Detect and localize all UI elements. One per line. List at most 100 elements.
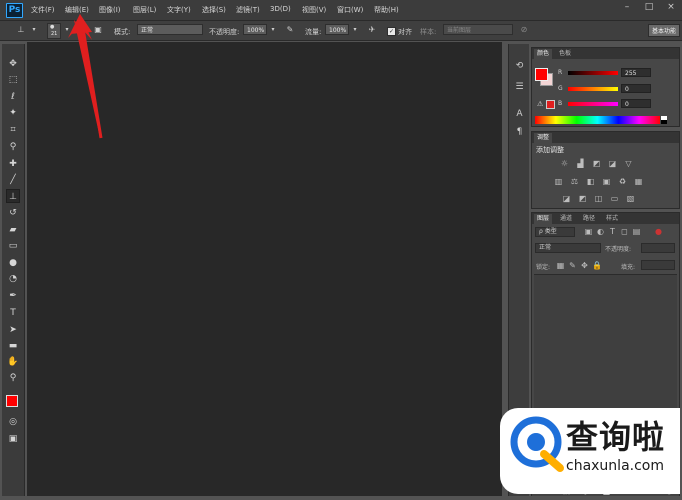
menu-layer[interactable]: 图层(L) (133, 5, 156, 15)
menu-image[interactable]: 图像(I) (99, 5, 121, 15)
filter-pixel-icon[interactable]: ▣ (584, 227, 593, 236)
path-selection-tool-icon[interactable]: ➤ (6, 323, 20, 337)
menu-help[interactable]: 帮助(H) (374, 5, 399, 15)
opacity-input[interactable]: 100% (243, 24, 267, 35)
screen-mode-icon[interactable]: ▣ (6, 432, 20, 446)
color-lookup-icon[interactable]: ▦ (634, 177, 643, 186)
blur-tool-icon[interactable]: ● (6, 256, 20, 270)
blue-slider[interactable] (568, 102, 618, 106)
brush-panel-toggle-icon[interactable]: ▤ (73, 25, 83, 35)
layer-opacity-input[interactable] (641, 243, 675, 253)
lock-position-icon[interactable]: ✥ (580, 261, 589, 270)
tab-channels[interactable]: 通道 (557, 214, 575, 224)
blend-mode-select[interactable]: 正常 (535, 243, 601, 253)
eraser-tool-icon[interactable]: ▰ (6, 223, 20, 237)
menu-view[interactable]: 视图(V) (302, 5, 326, 15)
gradient-tool-icon[interactable]: ▭ (6, 239, 20, 253)
filter-toggle-icon[interactable]: ● (654, 227, 663, 236)
tab-color[interactable]: 颜色 (534, 49, 553, 59)
color-balance-icon[interactable]: ⚖ (570, 177, 579, 186)
channel-mixer-icon[interactable]: ♻ (618, 177, 627, 186)
tool-preset-dropdown-icon[interactable]: ▾ (29, 25, 39, 35)
black-white-icon[interactable]: ◧ (586, 177, 595, 186)
quick-select-tool-icon[interactable]: ✦ (6, 106, 20, 120)
menu-select[interactable]: 选择(S) (202, 5, 226, 15)
tab-styles[interactable]: 样式 (603, 214, 621, 224)
eyedropper-tool-icon[interactable]: ⚲ (6, 140, 20, 154)
lock-transparent-icon[interactable]: ▦ (556, 261, 565, 270)
foreground-color-swatch[interactable] (6, 395, 18, 407)
type-tool-icon[interactable]: T (6, 306, 20, 320)
restore-button[interactable]: □ (638, 0, 660, 14)
flow-dropdown-icon[interactable]: ▾ (350, 25, 360, 35)
color-foreground-swatch[interactable] (535, 68, 548, 81)
filter-smart-object-icon[interactable]: ▤ (632, 227, 641, 236)
menu-window[interactable]: 窗口(W) (337, 5, 363, 15)
character-panel-icon[interactable]: A (513, 108, 526, 121)
fill-input[interactable] (641, 260, 675, 270)
zoom-tool-icon[interactable]: ⚲ (6, 371, 20, 385)
move-tool-icon[interactable]: ✥ (6, 57, 20, 71)
vibrance-icon[interactable]: ▽ (624, 159, 633, 168)
minimize-button[interactable]: – (616, 0, 638, 14)
flow-input[interactable]: 100% (325, 24, 349, 35)
document-canvas[interactable] (27, 42, 502, 496)
mode-select[interactable]: 正常 (137, 24, 203, 35)
hand-tool-icon[interactable]: ✋ (6, 355, 20, 369)
menu-edit[interactable]: 编辑(E) (65, 5, 89, 15)
dodge-tool-icon[interactable]: ◔ (6, 272, 20, 286)
clone-source-panel-icon[interactable]: ▣ (93, 25, 103, 35)
ignore-adjustment-layers-icon[interactable]: ⊘ (519, 25, 529, 35)
history-panel-icon[interactable]: ⟲ (513, 60, 526, 73)
clone-stamp-tool-icon[interactable]: ⊥ (6, 189, 20, 203)
menu-file[interactable]: 文件(F) (31, 5, 55, 15)
airbrush-icon[interactable]: ✈ (367, 25, 377, 35)
brush-tool-icon[interactable]: ╱ (6, 173, 20, 187)
curves-icon[interactable]: ◩ (592, 159, 601, 168)
gradient-map-icon[interactable]: ▭ (610, 194, 619, 203)
close-button[interactable]: × (660, 0, 682, 14)
hue-saturation-icon[interactable]: ▥ (554, 177, 563, 186)
green-value[interactable]: 0 (621, 84, 651, 93)
filter-adjustment-icon[interactable]: ◐ (596, 227, 605, 236)
tab-layers[interactable]: 图层 (534, 214, 553, 224)
brush-preset-picker[interactable]: ● 21 (47, 23, 61, 39)
red-slider[interactable] (568, 71, 618, 75)
filter-shape-icon[interactable]: ◻ (620, 227, 629, 236)
brush-dropdown-icon[interactable]: ▾ (62, 25, 72, 35)
properties-panel-icon[interactable]: ☰ (513, 81, 526, 94)
red-value[interactable]: 255 (621, 68, 651, 77)
brightness-contrast-icon[interactable]: ☼ (560, 159, 569, 168)
sample-select[interactable]: 当前图层 (443, 24, 513, 35)
marquee-tool-icon[interactable]: ⬚ (6, 73, 20, 87)
aligned-checkbox[interactable]: ✓ (387, 27, 396, 36)
filter-type-icon[interactable]: T (608, 227, 617, 236)
tab-swatches[interactable]: 色板 (556, 49, 574, 59)
threshold-icon[interactable]: ◫ (594, 194, 603, 203)
history-brush-tool-icon[interactable]: ↺ (6, 206, 20, 220)
workspace-switcher[interactable]: 基本功能 (648, 24, 680, 37)
crop-tool-icon[interactable]: ⌗ (6, 123, 20, 137)
levels-icon[interactable]: ▟ (576, 159, 585, 168)
invert-icon[interactable]: ◪ (562, 194, 571, 203)
menu-3d[interactable]: 3D(D) (270, 5, 291, 13)
black-white-ramp[interactable] (661, 116, 667, 124)
clone-stamp-tool-icon[interactable]: ⊥ (16, 25, 26, 35)
blue-value[interactable]: 0 (621, 99, 651, 108)
opacity-dropdown-icon[interactable]: ▾ (268, 25, 278, 35)
tab-adjustments[interactable]: 调整 (534, 133, 553, 143)
menu-type[interactable]: 文字(Y) (167, 5, 191, 15)
posterize-icon[interactable]: ◩ (578, 194, 587, 203)
photo-filter-icon[interactable]: ▣ (602, 177, 611, 186)
lasso-tool-icon[interactable]: ℓ (6, 90, 20, 104)
healing-brush-tool-icon[interactable]: ✚ (6, 157, 20, 171)
gamut-swatch[interactable] (546, 100, 555, 109)
menu-filter[interactable]: 滤镜(T) (236, 5, 260, 15)
color-spectrum-bar[interactable] (535, 116, 660, 124)
green-slider[interactable] (568, 87, 618, 91)
pressure-opacity-icon[interactable]: ✎ (285, 25, 295, 35)
rectangle-tool-icon[interactable]: ▬ (6, 339, 20, 353)
layer-filter-select[interactable]: ρ 类型 (535, 227, 575, 237)
exposure-icon[interactable]: ◪ (608, 159, 617, 168)
quick-mask-icon[interactable]: ◎ (6, 415, 20, 429)
